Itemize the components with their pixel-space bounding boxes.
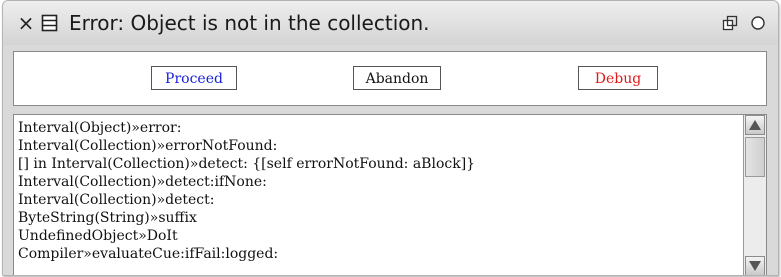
- stack-frame[interactable]: Compiler»evaluateCue:ifFail:logged:: [14, 245, 741, 263]
- stack-frame[interactable]: UndefinedObject»DoIt: [14, 227, 741, 245]
- proceed-button[interactable]: Proceed: [151, 66, 237, 90]
- vertical-scrollbar[interactable]: [743, 115, 766, 275]
- scroll-down-button[interactable]: [745, 256, 765, 275]
- scroll-up-button[interactable]: [745, 115, 765, 135]
- stack-frame[interactable]: Interval(Object)»error:: [14, 119, 741, 137]
- stack-frame[interactable]: ByteString(String)»suffix: [14, 209, 741, 227]
- window-menu-icon[interactable]: [41, 13, 59, 33]
- close-icon[interactable]: ×: [15, 10, 37, 36]
- abandon-button[interactable]: Abandon: [353, 66, 441, 90]
- stack-frame[interactable]: Interval(Collection)»errorNotFound:: [14, 137, 741, 155]
- stack-frame[interactable]: [] in Interval(Collection)»detect: {[sel…: [14, 155, 741, 173]
- stack-trace-list[interactable]: Interval(Object)»error: Interval(Collect…: [14, 119, 741, 263]
- scroll-thumb[interactable]: [745, 137, 765, 177]
- arrow-up-icon: [749, 120, 761, 130]
- collapse-icon[interactable]: [722, 15, 738, 31]
- stack-frame[interactable]: Interval(Collection)»detect:: [14, 191, 741, 209]
- expand-icon[interactable]: [750, 15, 766, 31]
- window-title: Error: Object is not in the collection.: [69, 11, 430, 35]
- stack-trace-pane[interactable]: Interval(Object)»error: Interval(Collect…: [13, 114, 767, 275]
- error-window: × Error: Object is not in the collection…: [2, 0, 779, 276]
- arrow-down-icon: [749, 261, 761, 271]
- title-bar[interactable]: × Error: Object is not in the collection…: [3, 1, 778, 45]
- button-pane: Proceed Abandon Debug: [13, 51, 767, 106]
- debug-button[interactable]: Debug: [578, 66, 658, 90]
- stack-frame[interactable]: Interval(Collection)»detect:ifNone:: [14, 173, 741, 191]
